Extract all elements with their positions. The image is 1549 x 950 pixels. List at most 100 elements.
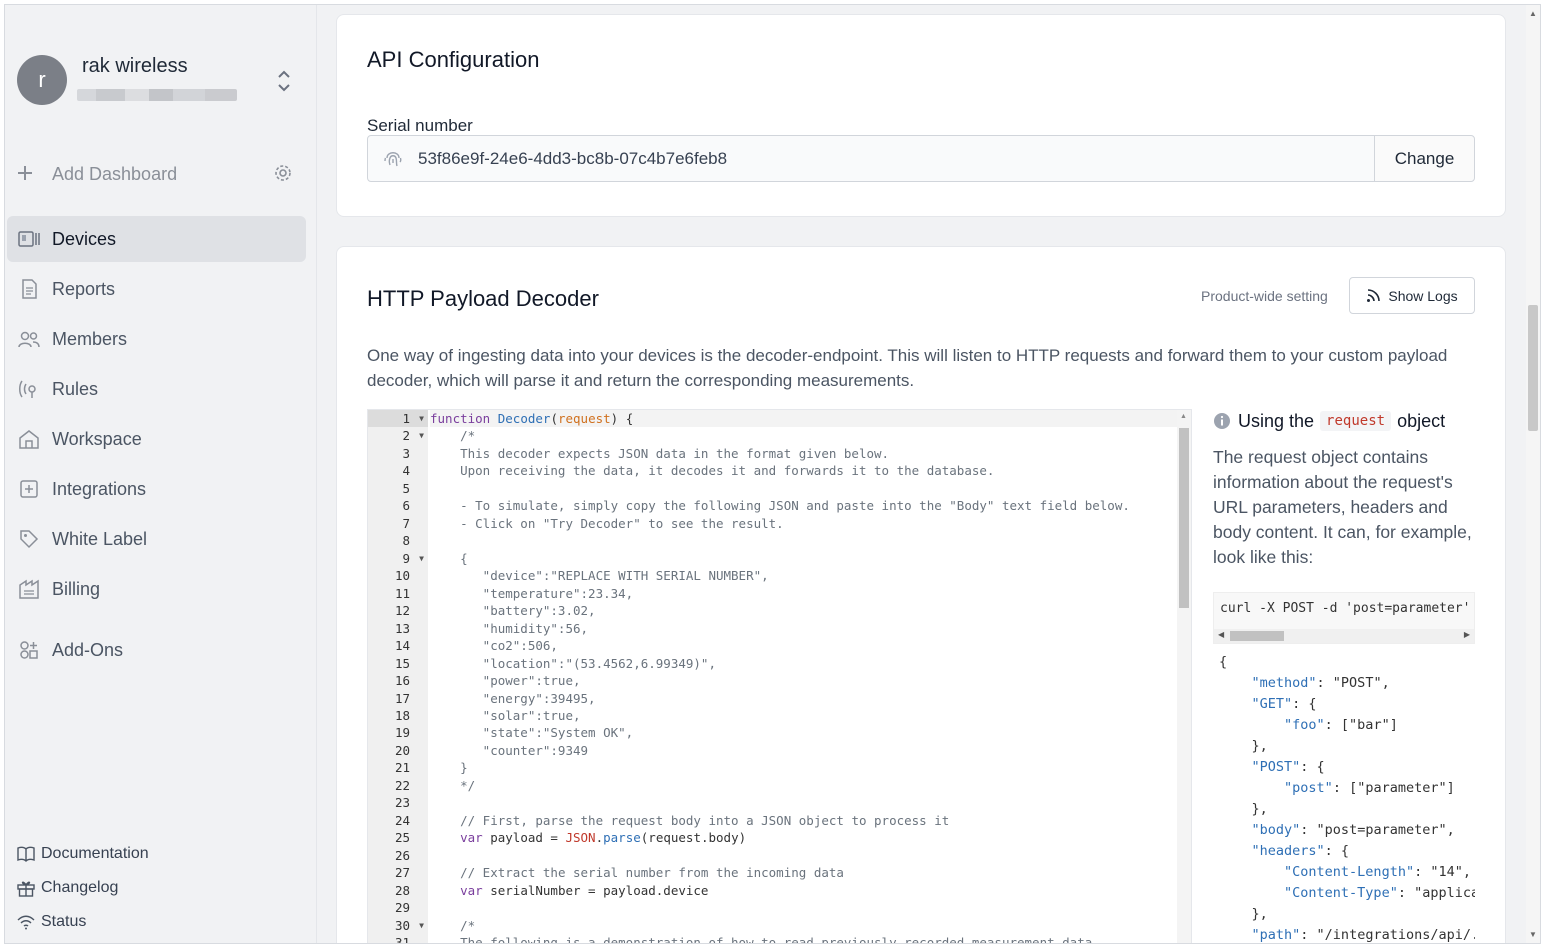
line-number: 3: [402, 445, 410, 461]
editor-scroll-thumb[interactable]: [1179, 428, 1189, 608]
sidebar-item-label: Rules: [52, 378, 99, 399]
curl-example[interactable]: curl -X POST -d 'post=parameter' https:/…: [1213, 592, 1475, 644]
changelog-link[interactable]: Changelog: [17, 871, 149, 905]
json-line: "body": "post=parameter",: [1251, 822, 1455, 838]
info-icon: [1214, 413, 1230, 429]
line-number: 17: [394, 690, 410, 706]
sidebar-nav: Devices Reports Members Rules Workspace …: [7, 216, 306, 677]
line-number: 18: [394, 707, 410, 723]
code-line: - To simulate, simply copy the following…: [430, 498, 1130, 514]
reports-icon: [17, 277, 41, 301]
json-line: },: [1219, 906, 1268, 922]
sidebar-item-reports[interactable]: Reports: [7, 266, 306, 312]
fold-arrow-icon[interactable]: ▼: [419, 410, 424, 427]
documentation-link[interactable]: Documentation: [17, 837, 149, 871]
line-number: 30 ▼: [394, 917, 424, 934]
sidebar-item-members[interactable]: Members: [7, 316, 306, 362]
scroll-up-arrow-icon[interactable]: ▲: [1180, 413, 1187, 420]
editor-scrollbar[interactable]: ▲: [1177, 410, 1191, 943]
scroll-right-arrow-icon[interactable]: ▶: [1464, 630, 1470, 639]
app-window: r rak wireless Add Dashboard Devices Rep…: [4, 4, 1541, 944]
gear-icon[interactable]: [273, 163, 293, 183]
sidebar-item-workspace[interactable]: Workspace: [7, 416, 306, 462]
fold-arrow-icon[interactable]: ▼: [419, 917, 424, 934]
line-number: 6: [402, 498, 410, 514]
json-line: },: [1219, 801, 1268, 817]
scroll-down-arrow-icon[interactable]: ▼: [1529, 930, 1537, 939]
org-switcher[interactable]: r rak wireless: [17, 53, 297, 109]
code-line: "battery":3.02,: [430, 603, 596, 619]
curl-scrollbar[interactable]: ◀ ▶: [1214, 629, 1474, 643]
code-line: - Click on "Try Decoder" to see the resu…: [430, 515, 784, 531]
scroll-up-arrow-icon[interactable]: ▲: [1529, 9, 1537, 18]
plus-icon: [17, 161, 39, 187]
line-number: 13: [394, 620, 410, 636]
sidebar-item-integrations[interactable]: Integrations: [7, 466, 306, 512]
show-logs-button[interactable]: Show Logs: [1349, 277, 1475, 314]
page-scroll-thumb[interactable]: [1528, 305, 1538, 431]
help-title-prefix: Using the: [1238, 410, 1315, 431]
change-button[interactable]: Change: [1374, 136, 1474, 181]
curl-command: curl -X POST -d 'post=parameter' https:/…: [1220, 601, 1474, 616]
line-number: 16: [394, 673, 410, 689]
status-link[interactable]: Status: [17, 905, 149, 939]
billing-icon: [17, 577, 41, 601]
editor-code[interactable]: function Decoder(request) { /* This deco…: [430, 410, 1177, 943]
help-title: Using the request object: [1213, 407, 1483, 435]
json-line: "post": ["parameter"]: [1284, 780, 1455, 796]
org-email-redacted: [77, 89, 237, 101]
addons-icon: [17, 638, 41, 662]
code-line: "device":"REPLACE WITH SERIAL NUMBER",: [430, 568, 769, 584]
api-configuration-card: API Configuration Serial number 53f86e9f…: [336, 14, 1506, 217]
line-number: 29: [394, 900, 410, 916]
chevron-up-down-icon[interactable]: [275, 67, 293, 95]
code-line: /*: [460, 917, 476, 933]
code-line: "solar":true,: [430, 707, 581, 723]
json-line: },: [1219, 738, 1268, 754]
http-payload-decoder-card: HTTP Payload Decoder Product-wide settin…: [336, 246, 1506, 943]
sidebar-item-white-label[interactable]: White Label: [7, 516, 306, 562]
sidebar-item-billing[interactable]: Billing: [7, 566, 306, 612]
sidebar-item-rules[interactable]: Rules: [7, 366, 306, 412]
code-line: "counter":9349: [430, 742, 589, 758]
sidebar-item-label: Workspace: [52, 428, 142, 449]
workspace-icon: [17, 427, 41, 451]
line-number: 14: [394, 638, 410, 654]
sidebar-item-label: Billing: [52, 578, 101, 599]
decoder-title: HTTP Payload Decoder: [367, 286, 599, 311]
fold-arrow-icon[interactable]: ▼: [419, 550, 424, 567]
curl-scroll-thumb[interactable]: [1230, 631, 1284, 641]
json-line: {: [1219, 654, 1228, 670]
json-line: "method": "POST",: [1251, 675, 1390, 691]
scroll-left-arrow-icon[interactable]: ◀: [1218, 630, 1224, 639]
serial-number-value[interactable]: 53f86e9f-24e6-4dd3-bc8b-07c4b7e6feb8: [418, 149, 1374, 169]
editor-gutter: 1 ▼ 2 ▼ 3 4 5 6 7 8 9 ▼ 10 11 12 13 14 15 16 17 18 19 20 21 22 23…: [368, 410, 428, 943]
line-number: 22: [394, 777, 410, 793]
line-number: 4: [402, 463, 410, 479]
fold-arrow-icon[interactable]: ▼: [419, 427, 424, 444]
page-scrollbar[interactable]: ▲ ▼: [1526, 5, 1540, 943]
serial-number-field: 53f86e9f-24e6-4dd3-bc8b-07c4b7e6feb8 Cha…: [367, 135, 1475, 182]
line-number: 1 ▼: [368, 410, 428, 428]
line-number: 7: [402, 515, 410, 531]
footer-label: Status: [41, 913, 87, 930]
sidebar-item-devices[interactable]: Devices: [7, 216, 306, 262]
decoder-description: One way of ingesting data into your devi…: [367, 346, 1448, 390]
sidebar-item-label: Integrations: [52, 478, 147, 499]
line-number: 20: [394, 742, 410, 758]
line-number: 23: [394, 795, 410, 811]
line-number: 24: [394, 812, 410, 828]
sidebar-item-label: Reports: [52, 278, 116, 299]
rss-icon: [1367, 289, 1381, 302]
code-editor[interactable]: 1 ▼ 2 ▼ 3 4 5 6 7 8 9 ▼ 10 11 12 13 14 15 16 17 18 19 20 21 22 23…: [367, 409, 1192, 943]
line-number: 10: [394, 568, 410, 584]
code-line: */: [430, 777, 476, 793]
code-line: Upon receiving the data, it decodes it a…: [430, 463, 995, 479]
serial-number-label: Serial number: [367, 116, 473, 135]
add-dashboard-button[interactable]: Add Dashboard: [17, 161, 299, 187]
sidebar-item-add-ons[interactable]: Add-Ons: [7, 627, 306, 673]
line-number: 31: [394, 935, 410, 943]
